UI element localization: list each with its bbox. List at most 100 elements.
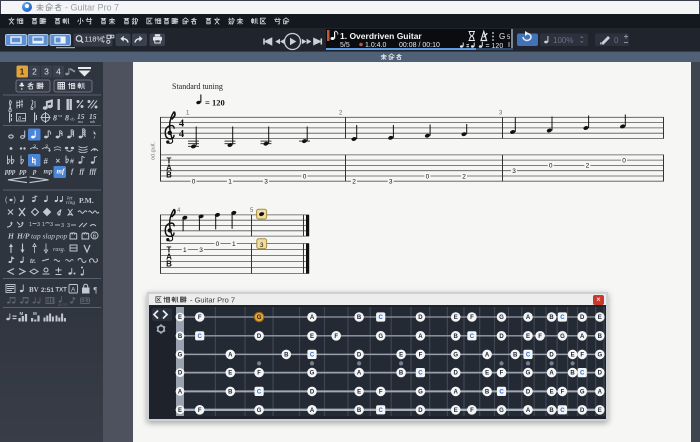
svg-text:C: C (560, 315, 565, 321)
svg-text:E: E (310, 334, 314, 340)
svg-text:#: # (70, 159, 74, 166)
svg-text:C: C (580, 371, 585, 377)
svg-text:B: B (166, 171, 172, 180)
svg-text:C: C (560, 408, 565, 414)
svg-text:4: 4 (179, 118, 185, 129)
svg-text:A: A (454, 390, 459, 396)
svg-text:B: B (228, 390, 233, 396)
svg-text:#: # (44, 157, 49, 166)
svg-text:tap: tap (31, 232, 41, 241)
svg-text:A: A (228, 353, 233, 359)
svg-text:8: 8 (18, 116, 21, 122)
svg-text:4: 4 (179, 129, 185, 140)
svg-text:B: B (598, 334, 603, 340)
svg-text:G: G (499, 315, 504, 321)
svg-text:F: F (419, 353, 423, 359)
svg-text:mp: mp (44, 168, 53, 176)
svg-text:ppp: ppp (4, 168, 16, 176)
svg-text:¶: ¶ (94, 286, 98, 295)
svg-text:B: B (357, 408, 362, 414)
svg-text:G: G (378, 334, 383, 340)
svg-text:E: E (571, 353, 575, 359)
svg-text:E: E (178, 315, 182, 321)
svg-text:C: C (526, 353, 531, 359)
svg-text:8: 8 (65, 114, 69, 123)
svg-text:B: B (513, 353, 518, 359)
svg-text:A: A (178, 390, 183, 396)
svg-text:B: B (485, 390, 490, 396)
svg-text:F: F (470, 315, 474, 321)
svg-text:ring: ring (66, 200, 75, 206)
svg-text:4: 4 (177, 208, 181, 214)
svg-text:H/P: H/P (16, 232, 30, 241)
svg-text:1: 1 (29, 222, 32, 228)
svg-text:rasg.: rasg. (53, 247, 65, 253)
svg-text:D: D (357, 353, 362, 359)
svg-text:A: A (485, 353, 490, 359)
svg-text:p: p (32, 168, 37, 176)
svg-text:D: D (598, 371, 603, 377)
svg-text:pop: pop (55, 232, 68, 241)
svg-text:vb: vb (70, 117, 75, 122)
svg-text:TXT: TXT (56, 288, 68, 294)
svg-text:3: 3 (44, 67, 49, 77)
svg-text:3: 3 (264, 179, 268, 186)
svg-text:C: C (198, 334, 203, 340)
svg-text:): ) (14, 197, 16, 204)
svg-text:A: A (357, 371, 362, 377)
svg-text:D: D (549, 353, 554, 359)
svg-text:2:51: 2:51 (41, 287, 54, 294)
svg-text:3: 3 (67, 223, 70, 229)
svg-text:3: 3 (389, 179, 393, 186)
svg-text:0: 0 (426, 173, 430, 180)
svg-text:0: 0 (622, 158, 626, 165)
svg-text:ma: ma (78, 119, 83, 124)
svg-text:G: G (453, 353, 458, 359)
svg-text:E: E (598, 408, 602, 414)
svg-text:8: 8 (53, 114, 57, 123)
svg-text:A: A (526, 315, 531, 321)
svg-text:0: 0 (303, 173, 307, 180)
svg-text:Standard tuning: Standard tuning (172, 82, 223, 91)
svg-text:2: 2 (462, 173, 466, 180)
svg-text:2: 2 (586, 163, 590, 170)
svg-text:2: 2 (352, 179, 356, 186)
svg-text:B: B (399, 371, 404, 377)
svg-text:F: F (500, 371, 504, 377)
svg-text:F: F (379, 390, 383, 396)
svg-text:(: ( (5, 197, 8, 204)
svg-text:E: E (526, 334, 530, 340)
svg-text:G: G (418, 390, 423, 396)
svg-text:mb: mb (90, 119, 95, 124)
svg-text:D: D (526, 390, 531, 396)
svg-text:B: B (549, 408, 554, 414)
svg-text:mf: mf (57, 168, 65, 176)
svg-text:E: E (228, 371, 232, 377)
svg-text:D: D (418, 315, 423, 321)
svg-text:F: F (257, 371, 261, 377)
svg-text:C: C (418, 371, 423, 377)
svg-text:P.M.: P.M. (79, 196, 94, 205)
svg-text:F: F (198, 408, 202, 414)
svg-text:f: f (71, 168, 74, 176)
svg-text:3: 3 (199, 247, 203, 254)
svg-text:0: 0 (549, 163, 553, 170)
svg-text:AUTO: AUTO (58, 303, 68, 307)
svg-text:1: 1 (186, 111, 190, 117)
svg-text:C: C (310, 353, 315, 359)
svg-text:3: 3 (499, 111, 503, 117)
svg-text:B: B (570, 371, 575, 377)
svg-text:1: 1 (183, 247, 187, 254)
svg-text:1: 1 (20, 67, 25, 77)
svg-text:D: D (178, 371, 183, 377)
svg-text:3: 3 (50, 222, 53, 228)
svg-text:E: E (485, 371, 489, 377)
svg-text:F: F (561, 390, 565, 396)
svg-text:1: 1 (42, 222, 45, 228)
svg-text:E: E (357, 390, 361, 396)
svg-text:B: B (284, 353, 289, 359)
svg-text:B: B (178, 334, 183, 340)
svg-text:E: E (454, 408, 458, 414)
svg-text:2: 2 (339, 111, 343, 117)
svg-text:va: va (58, 113, 62, 118)
